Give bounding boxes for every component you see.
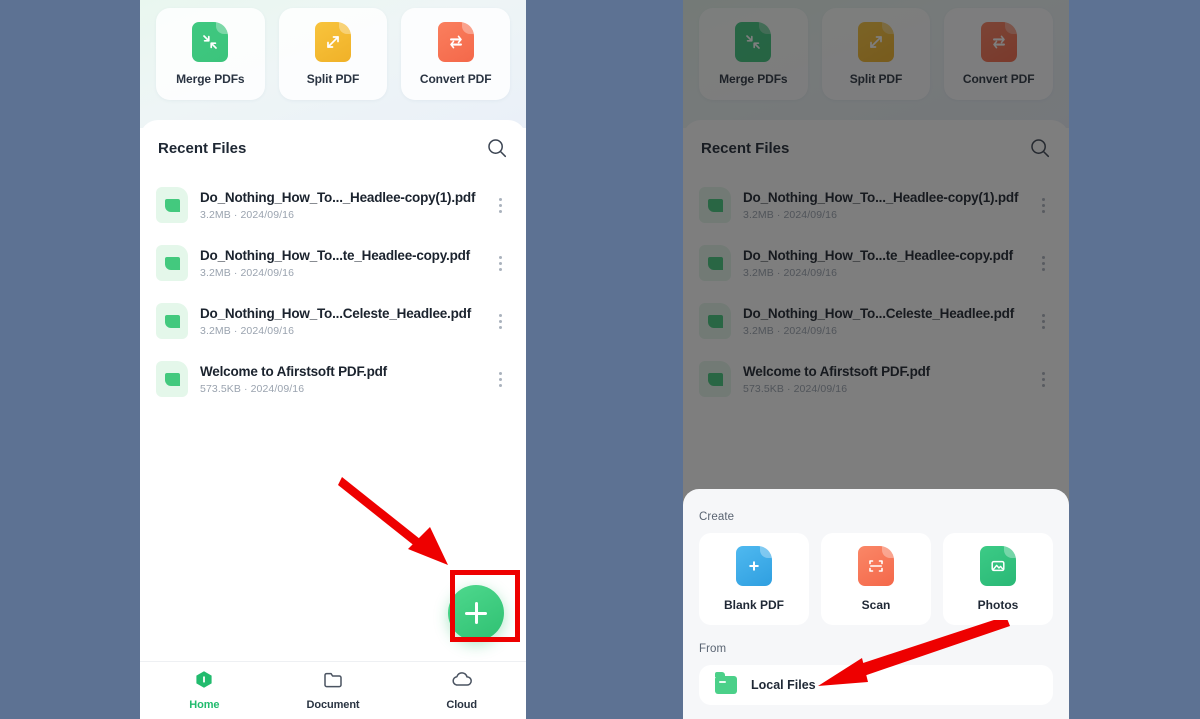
search-icon[interactable] bbox=[486, 137, 508, 159]
recent-files-header: Recent Files bbox=[140, 120, 526, 176]
tool-label: Merge PDFs bbox=[176, 72, 245, 86]
tool-card-convert-pdf[interactable]: Convert PDF bbox=[401, 8, 511, 100]
file-list-item[interactable]: Do_Nothing_How_To...te_Headlee-copy.pdf … bbox=[140, 234, 526, 292]
photos-icon bbox=[980, 546, 1016, 586]
pdf-file-icon bbox=[156, 361, 188, 397]
file-list-item[interactable]: Do_Nothing_How_To..._Headlee-copy(1).pdf… bbox=[140, 176, 526, 234]
create-option-photos[interactable]: Photos bbox=[943, 533, 1053, 625]
create-section-label: Create bbox=[699, 511, 735, 523]
file-meta: 3.2MB · 2024/09/16 bbox=[200, 266, 295, 279]
file-list-item[interactable]: Do_Nothing_How_To...Celeste_Headlee.pdf … bbox=[140, 292, 526, 350]
file-more-menu-icon[interactable] bbox=[490, 250, 510, 276]
tool-card-merge-pdfs[interactable]: Merge PDFs bbox=[156, 8, 265, 100]
file-name: Welcome to Afirstsoft PDF.pdf bbox=[200, 363, 387, 379]
tools-row: Merge PDFs Split PDF bbox=[156, 8, 511, 100]
file-more-menu-icon[interactable] bbox=[490, 308, 510, 334]
tools-header: Merge PDFs Split PDF bbox=[140, 0, 526, 128]
folder-icon bbox=[715, 672, 737, 694]
merge-icon bbox=[192, 22, 229, 62]
file-more-menu-icon[interactable] bbox=[490, 366, 510, 392]
from-option-local-files[interactable]: Local Files bbox=[699, 665, 1053, 705]
bottom-tab-bar: Home Document Cloud bbox=[140, 661, 526, 719]
scan-icon bbox=[858, 546, 894, 586]
file-name: Do_Nothing_How_To...te_Headlee-copy.pdf bbox=[200, 247, 470, 263]
create-options-row: Blank PDF Scan Photos bbox=[699, 533, 1053, 625]
home-icon bbox=[195, 670, 213, 694]
convert-icon bbox=[437, 22, 474, 62]
file-name: Do_Nothing_How_To..._Headlee-copy(1).pdf bbox=[200, 189, 476, 205]
cloud-icon bbox=[451, 671, 473, 694]
folder-icon bbox=[323, 671, 343, 694]
create-option-label: Scan bbox=[861, 598, 891, 612]
create-bottom-sheet: Create Blank PDF Scan Photos From Local … bbox=[683, 489, 1069, 719]
create-option-label: Photos bbox=[977, 598, 1019, 612]
tool-card-split-pdf[interactable]: Split PDF bbox=[278, 8, 388, 100]
file-name: Do_Nothing_How_To...Celeste_Headlee.pdf bbox=[200, 305, 471, 321]
tool-label: Split PDF bbox=[306, 72, 360, 86]
tool-label: Convert PDF bbox=[419, 72, 492, 86]
from-section-label: From bbox=[699, 643, 727, 655]
tab-cloud[interactable]: Cloud bbox=[397, 662, 526, 719]
file-meta: 573.5KB · 2024/09/16 bbox=[200, 382, 305, 395]
create-option-scan[interactable]: Scan bbox=[821, 533, 931, 625]
file-meta: 3.2MB · 2024/09/16 bbox=[200, 208, 295, 221]
pdf-file-icon bbox=[156, 187, 188, 223]
tab-home[interactable]: Home bbox=[140, 662, 269, 719]
create-option-label: Blank PDF bbox=[723, 598, 784, 612]
page-title: Recent Files bbox=[158, 139, 247, 157]
recent-files-list: Do_Nothing_How_To..._Headlee-copy(1).pdf… bbox=[140, 176, 526, 408]
tab-label: Cloud bbox=[446, 698, 478, 711]
blank-pdf-icon bbox=[736, 546, 772, 586]
pdf-file-icon bbox=[156, 245, 188, 281]
split-icon bbox=[315, 22, 351, 62]
file-meta: 3.2MB · 2024/09/16 bbox=[200, 324, 295, 337]
create-option-blank-pdf[interactable]: Blank PDF bbox=[699, 533, 809, 625]
highlight-box-add-button bbox=[450, 570, 520, 642]
phone-screen-right: Merge PDFs Split PDF bbox=[683, 0, 1069, 719]
file-more-menu-icon[interactable] bbox=[490, 192, 510, 218]
file-list-item[interactable]: Welcome to Afirstsoft PDF.pdf 573.5KB · … bbox=[140, 350, 526, 408]
tab-label: Document bbox=[306, 698, 360, 711]
tab-document[interactable]: Document bbox=[269, 662, 398, 719]
pdf-file-icon bbox=[156, 303, 188, 339]
tab-label: Home bbox=[189, 699, 220, 711]
from-option-label: Local Files bbox=[751, 678, 816, 692]
